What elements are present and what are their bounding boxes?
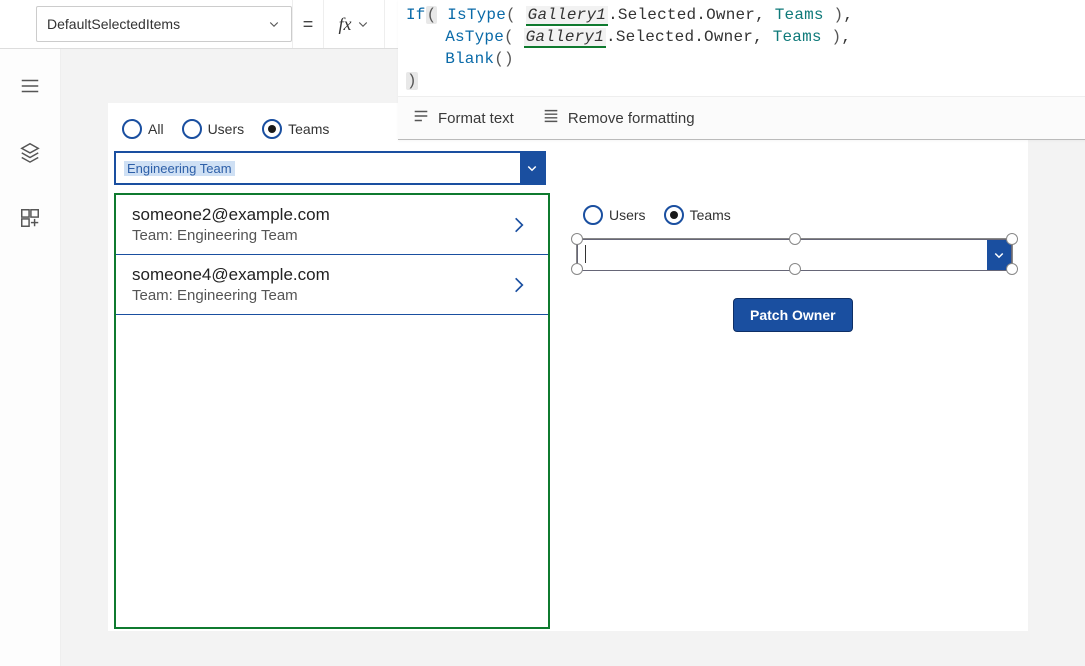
formula-code[interactable]: If( IsType( Gallery1.Selected.Owner, Tea… xyxy=(398,0,1085,96)
equals-sign: = xyxy=(292,0,324,48)
layers-icon[interactable] xyxy=(16,138,44,166)
patch-owner-button[interactable]: Patch Owner xyxy=(733,298,853,332)
list-item-sub: Team: Engineering Team xyxy=(132,227,330,244)
list-item-text: someone2@example.com Team: Engineering T… xyxy=(132,205,330,244)
fx-label: fx xyxy=(339,14,352,35)
components-icon[interactable] xyxy=(16,204,44,232)
text-cursor xyxy=(585,245,586,263)
formula-panel: If( IsType( Gallery1.Selected.Owner, Tea… xyxy=(398,0,1085,140)
radio-users[interactable]: Users xyxy=(182,119,245,139)
remove-formatting-label: Remove formatting xyxy=(568,110,695,127)
resize-handle[interactable] xyxy=(789,263,801,275)
hamburger-icon[interactable] xyxy=(16,72,44,100)
remove-formatting-button[interactable]: Remove formatting xyxy=(542,107,695,129)
remove-formatting-icon xyxy=(542,107,560,129)
radio-teams-label: Teams xyxy=(288,121,329,137)
property-select[interactable]: DefaultSelectedItems xyxy=(36,6,292,42)
resize-handle[interactable] xyxy=(1006,233,1018,245)
list-item-sub: Team: Engineering Team xyxy=(132,287,330,304)
chevron-down-icon xyxy=(356,17,370,31)
radio-icon xyxy=(583,205,603,225)
detail-section: Users Teams xyxy=(563,103,1028,631)
list-item[interactable]: someone2@example.com Team: Engineering T… xyxy=(116,195,548,255)
resize-handle[interactable] xyxy=(571,233,583,245)
list-item-email: someone2@example.com xyxy=(132,205,330,225)
patch-owner-label: Patch Owner xyxy=(750,307,836,323)
radio-teams[interactable]: Teams xyxy=(262,119,329,139)
team-combobox-value: Engineering Team xyxy=(124,161,235,176)
resize-handle[interactable] xyxy=(1006,263,1018,275)
format-text-label: Format text xyxy=(438,110,514,127)
format-text-button[interactable]: Format text xyxy=(412,107,514,129)
radio-users-right-label: Users xyxy=(609,207,646,223)
team-combobox[interactable]: Engineering Team xyxy=(114,151,546,185)
radio-teams-right-label: Teams xyxy=(690,207,731,223)
owner-combobox-selected[interactable] xyxy=(577,239,1012,269)
radio-teams-right[interactable]: Teams xyxy=(664,205,731,225)
resize-handle[interactable] xyxy=(789,233,801,245)
left-rail xyxy=(0,48,61,666)
owner-combobox-text xyxy=(578,240,987,270)
gallery[interactable]: someone2@example.com Team: Engineering T… xyxy=(114,193,550,629)
radio-all-label: All xyxy=(148,121,164,137)
resize-handle[interactable] xyxy=(571,263,583,275)
radio-users-right[interactable]: Users xyxy=(583,205,646,225)
radio-icon xyxy=(122,119,142,139)
list-item-text: someone4@example.com Team: Engineering T… xyxy=(132,265,330,304)
radio-icon xyxy=(182,119,202,139)
app-screen: All Users Teams Engineering Team someo xyxy=(108,103,1028,631)
radio-all[interactable]: All xyxy=(122,119,164,139)
format-text-icon xyxy=(412,107,430,129)
team-combobox-text: Engineering Team xyxy=(116,153,520,183)
radio-users-label: Users xyxy=(208,121,245,137)
formula-toolbar: Format text Remove formatting xyxy=(398,96,1085,139)
chevron-right-icon[interactable] xyxy=(506,272,532,298)
radio-icon xyxy=(664,205,684,225)
fx-button[interactable]: fx xyxy=(324,0,385,48)
chevron-down-icon xyxy=(267,17,281,31)
team-combobox-button[interactable] xyxy=(520,153,544,183)
gallery-section: All Users Teams Engineering Team someo xyxy=(108,103,556,631)
list-item[interactable]: someone4@example.com Team: Engineering T… xyxy=(116,254,548,315)
list-item-email: someone4@example.com xyxy=(132,265,330,285)
property-select-label: DefaultSelectedItems xyxy=(47,16,180,32)
radio-icon xyxy=(262,119,282,139)
chevron-right-icon[interactable] xyxy=(506,212,532,238)
